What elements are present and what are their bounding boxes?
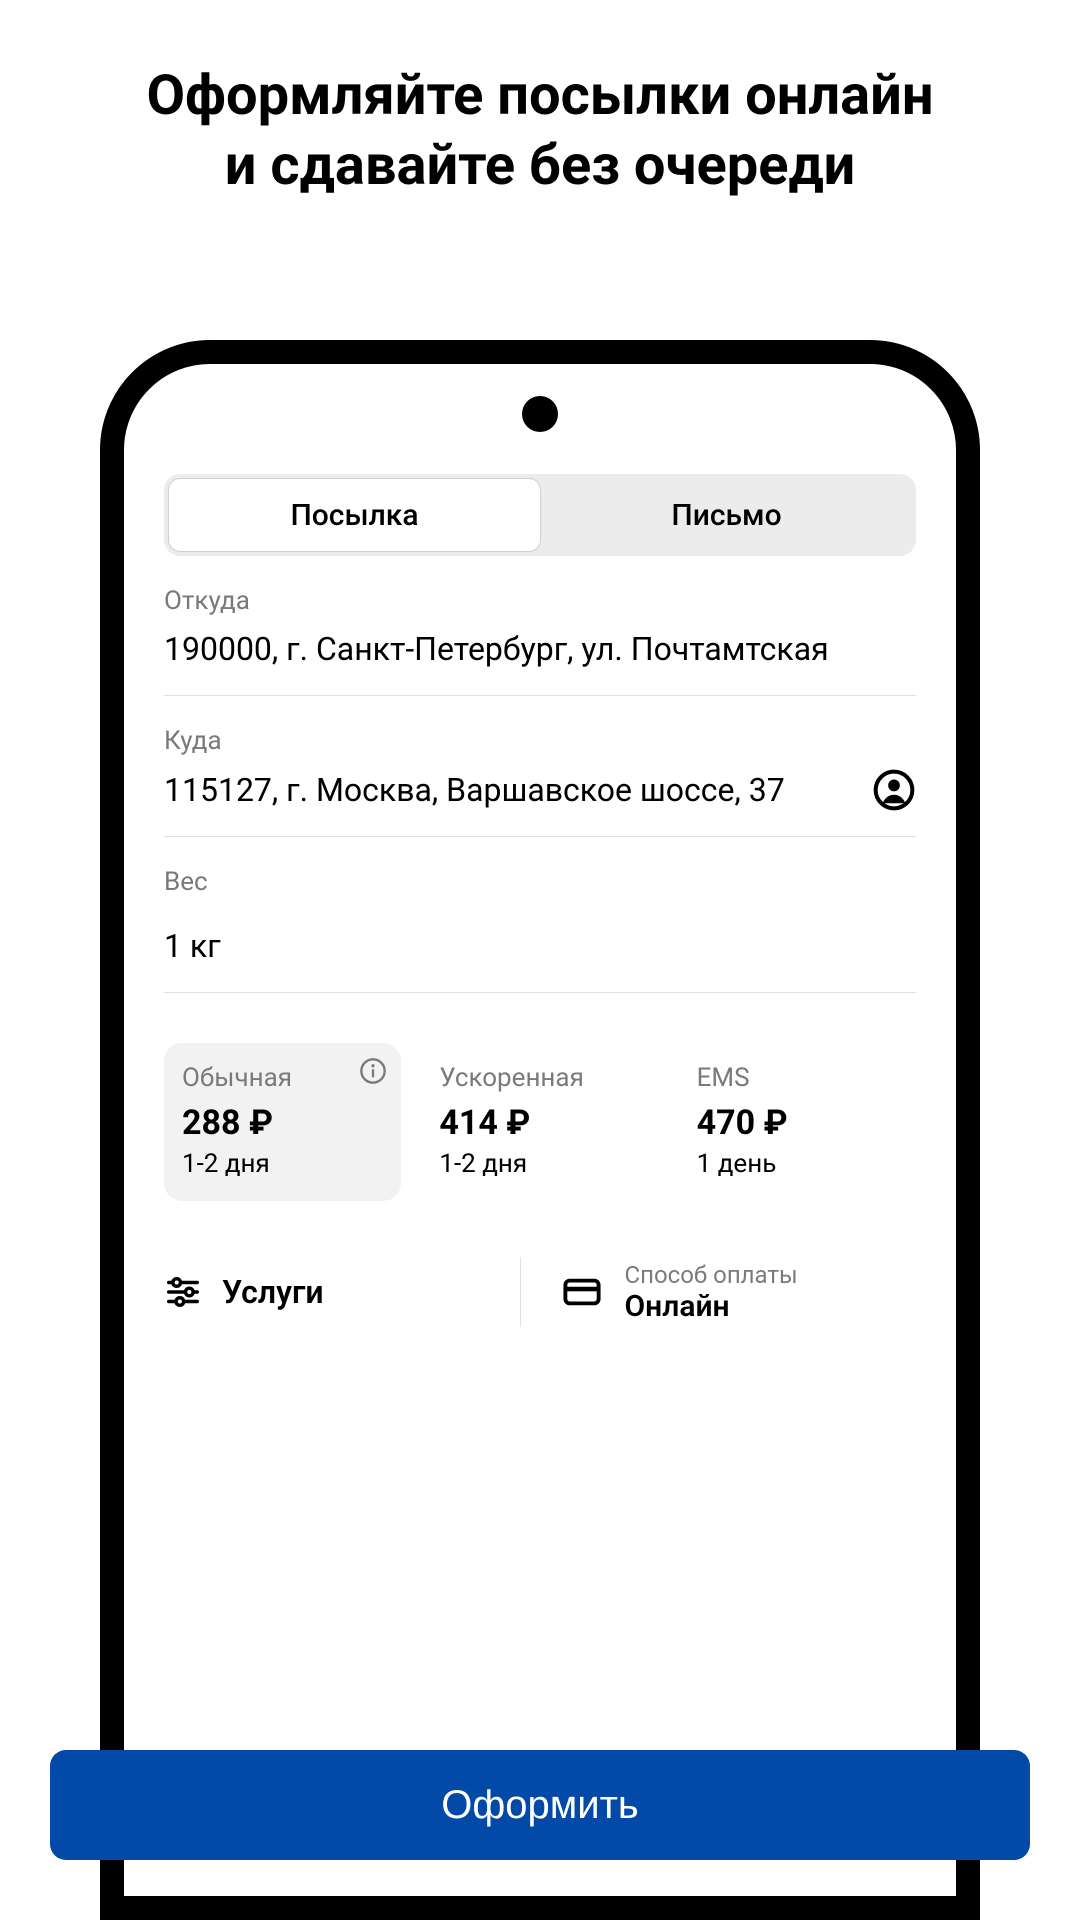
segment-package-label: Посылка: [290, 498, 418, 533]
segment-letter[interactable]: Письмо: [541, 478, 912, 552]
weight-label: Вес: [164, 867, 916, 897]
info-icon[interactable]: [359, 1057, 387, 1085]
option-standard-title: Обычная: [182, 1063, 383, 1093]
option-ems-price: 470 ₽: [697, 1103, 898, 1143]
phone-mockup: Посылка Письмо Откуда 190000, г. Санкт-П…: [100, 340, 980, 1920]
submit-button-label: Оформить: [441, 1783, 639, 1828]
option-ems[interactable]: EMS 470 ₽ 1 день: [679, 1043, 916, 1201]
weight-value: 1 кг: [164, 925, 916, 968]
shipping-options: Обычная 288 ₽ 1-2 дня Ускоренная 414 ₽ 1…: [164, 1043, 916, 1201]
weight-field[interactable]: Вес 1 кг: [164, 837, 916, 993]
headline-line-1: Оформляйте посылки онлайн: [146, 62, 933, 128]
option-standard-eta: 1-2 дня: [182, 1149, 383, 1179]
payment-value: Онлайн: [625, 1289, 798, 1324]
option-standard[interactable]: Обычная 288 ₽ 1-2 дня: [164, 1043, 401, 1201]
shipment-type-segmented-control[interactable]: Посылка Письмо: [164, 474, 916, 556]
to-field[interactable]: Куда 115127, г. Москва, Варшавское шоссе…: [164, 696, 916, 837]
services-label: Услуги: [222, 1273, 324, 1311]
option-express-eta: 1-2 дня: [439, 1149, 640, 1179]
services-button[interactable]: Услуги: [164, 1273, 520, 1311]
phone-camera-dot: [522, 396, 558, 432]
option-express-title: Ускоренная: [439, 1063, 640, 1093]
option-ems-eta: 1 день: [697, 1149, 898, 1179]
payment-label: Способ оплаты: [625, 1261, 798, 1289]
option-ems-title: EMS: [697, 1063, 898, 1093]
card-icon: [561, 1271, 603, 1313]
segment-package[interactable]: Посылка: [168, 478, 541, 552]
contact-icon[interactable]: [872, 768, 916, 812]
from-value: 190000, г. Санкт-Петербург, ул. Почтамтс…: [164, 628, 916, 671]
headline-line-2: и сдавайте без очереди: [225, 132, 855, 198]
option-express-price: 414 ₽: [439, 1103, 640, 1143]
from-label: Откуда: [164, 586, 916, 616]
payment-method-button[interactable]: Способ оплаты Онлайн: [521, 1261, 917, 1324]
to-label: Куда: [164, 726, 916, 756]
submit-button[interactable]: Оформить: [50, 1750, 1030, 1860]
to-value: 115127, г. Москва, Варшавское шоссе, 37: [164, 769, 872, 812]
segment-letter-label: Письмо: [671, 498, 781, 533]
page-headline: Оформляйте посылки онлайн и сдавайте без…: [146, 60, 933, 200]
sliders-icon: [164, 1273, 202, 1311]
option-express[interactable]: Ускоренная 414 ₽ 1-2 дня: [421, 1043, 658, 1201]
services-and-payment-bar: Услуги Способ оплаты Онлайн: [164, 1257, 916, 1327]
from-field[interactable]: Откуда 190000, г. Санкт-Петербург, ул. П…: [164, 556, 916, 696]
option-standard-price: 288 ₽: [182, 1103, 383, 1143]
